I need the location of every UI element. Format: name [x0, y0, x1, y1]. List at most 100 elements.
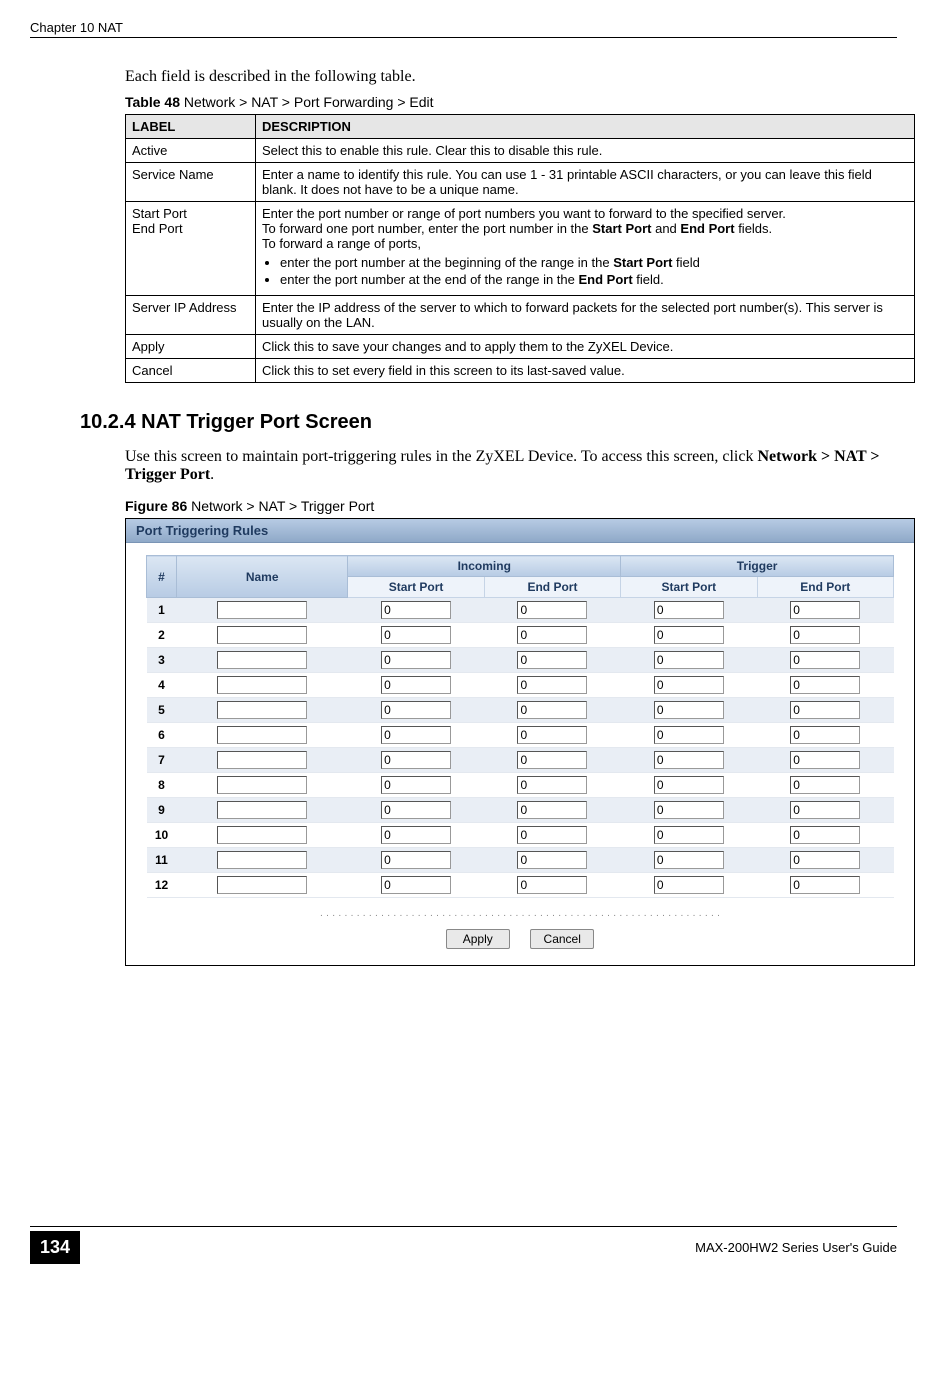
desc-list: enter the port number at the beginning o…	[280, 255, 908, 287]
incoming-end-input[interactable]	[517, 626, 587, 644]
cell-tr-end	[757, 773, 893, 798]
row-index: 6	[147, 723, 177, 748]
name-input[interactable]	[217, 676, 307, 694]
cell-tr-start	[621, 748, 757, 773]
col-trigger: Trigger	[621, 556, 894, 577]
incoming-end-input[interactable]	[517, 851, 587, 869]
incoming-start-input[interactable]	[381, 626, 451, 644]
trigger-start-input[interactable]	[654, 801, 724, 819]
trigger-end-input[interactable]	[790, 801, 860, 819]
name-input[interactable]	[217, 851, 307, 869]
cell-name	[177, 823, 348, 848]
name-input[interactable]	[217, 801, 307, 819]
cell-name	[177, 723, 348, 748]
cell-tr-start	[621, 773, 757, 798]
cancel-button[interactable]: Cancel	[530, 929, 594, 949]
incoming-end-input[interactable]	[517, 676, 587, 694]
incoming-end-input[interactable]	[517, 801, 587, 819]
trigger-start-input[interactable]	[654, 626, 724, 644]
trigger-row: 6	[147, 723, 894, 748]
row-index: 11	[147, 848, 177, 873]
incoming-start-input[interactable]	[381, 776, 451, 794]
row-index: 8	[147, 773, 177, 798]
note-line: · · · · · · · · · · · · · · · · · · · · …	[146, 910, 894, 921]
trigger-end-input[interactable]	[790, 676, 860, 694]
trigger-start-input[interactable]	[654, 776, 724, 794]
trigger-end-input[interactable]	[790, 851, 860, 869]
incoming-end-input[interactable]	[517, 726, 587, 744]
incoming-start-input[interactable]	[381, 751, 451, 769]
trigger-end-input[interactable]	[790, 651, 860, 669]
trigger-end-input[interactable]	[790, 601, 860, 619]
trigger-start-input[interactable]	[654, 726, 724, 744]
button-row: Apply Cancel	[146, 929, 894, 949]
page-number: 134	[30, 1231, 80, 1264]
incoming-end-input[interactable]	[517, 651, 587, 669]
trigger-start-input[interactable]	[654, 601, 724, 619]
incoming-start-input[interactable]	[381, 651, 451, 669]
page-header: Chapter 10 NAT	[30, 20, 897, 38]
cell-name	[177, 748, 348, 773]
name-input[interactable]	[217, 726, 307, 744]
col-incoming: Incoming	[348, 556, 621, 577]
name-input[interactable]	[217, 701, 307, 719]
trigger-start-input[interactable]	[654, 751, 724, 769]
incoming-start-input[interactable]	[381, 701, 451, 719]
incoming-end-input[interactable]	[517, 876, 587, 894]
name-input[interactable]	[217, 651, 307, 669]
incoming-start-input[interactable]	[381, 726, 451, 744]
incoming-start-input[interactable]	[381, 601, 451, 619]
trigger-start-input[interactable]	[654, 876, 724, 894]
trigger-end-input[interactable]	[790, 776, 860, 794]
table48-caption-rest: Network > NAT > Port Forwarding > Edit	[180, 94, 434, 110]
name-input[interactable]	[217, 876, 307, 894]
incoming-start-input[interactable]	[381, 676, 451, 694]
incoming-end-input[interactable]	[517, 776, 587, 794]
cell-tr-end	[757, 748, 893, 773]
apply-button[interactable]: Apply	[446, 929, 510, 949]
cell-in-end	[484, 873, 620, 898]
trigger-start-input[interactable]	[654, 651, 724, 669]
trigger-row: 3	[147, 648, 894, 673]
incoming-end-input[interactable]	[517, 751, 587, 769]
trigger-end-input[interactable]	[790, 826, 860, 844]
cell-name	[177, 873, 348, 898]
trigger-end-input[interactable]	[790, 726, 860, 744]
name-input[interactable]	[217, 751, 307, 769]
trigger-start-input[interactable]	[654, 676, 724, 694]
incoming-end-input[interactable]	[517, 601, 587, 619]
trigger-start-input[interactable]	[654, 826, 724, 844]
name-input[interactable]	[217, 601, 307, 619]
incoming-start-input[interactable]	[381, 801, 451, 819]
cell-tr-end	[757, 673, 893, 698]
trigger-end-input[interactable]	[790, 626, 860, 644]
col-incoming-start: Start Port	[348, 577, 484, 598]
trigger-start-input[interactable]	[654, 701, 724, 719]
row-desc: Enter the port number or range of port n…	[256, 202, 915, 296]
name-input[interactable]	[217, 626, 307, 644]
trigger-end-input[interactable]	[790, 751, 860, 769]
row-index: 5	[147, 698, 177, 723]
trigger-start-input[interactable]	[654, 851, 724, 869]
name-input[interactable]	[217, 776, 307, 794]
trigger-row: 10	[147, 823, 894, 848]
name-input[interactable]	[217, 826, 307, 844]
section-heading: 10.2.4 NAT Trigger Port Screen	[80, 411, 897, 434]
row-index: 3	[147, 648, 177, 673]
trigger-end-input[interactable]	[790, 701, 860, 719]
incoming-start-input[interactable]	[381, 826, 451, 844]
cell-in-start	[348, 873, 484, 898]
cell-tr-end	[757, 848, 893, 873]
incoming-end-input[interactable]	[517, 701, 587, 719]
table-row: Start Port End Port Enter the port numbe…	[126, 202, 915, 296]
table48-header-desc: DESCRIPTION	[256, 115, 915, 139]
cell-in-end	[484, 848, 620, 873]
table-row: Service Name Enter a name to identify th…	[126, 163, 915, 202]
incoming-start-input[interactable]	[381, 876, 451, 894]
cell-in-start	[348, 798, 484, 823]
incoming-end-input[interactable]	[517, 826, 587, 844]
cell-tr-end	[757, 623, 893, 648]
incoming-start-input[interactable]	[381, 851, 451, 869]
screenshot-title: Port Triggering Rules	[126, 519, 914, 543]
trigger-end-input[interactable]	[790, 876, 860, 894]
